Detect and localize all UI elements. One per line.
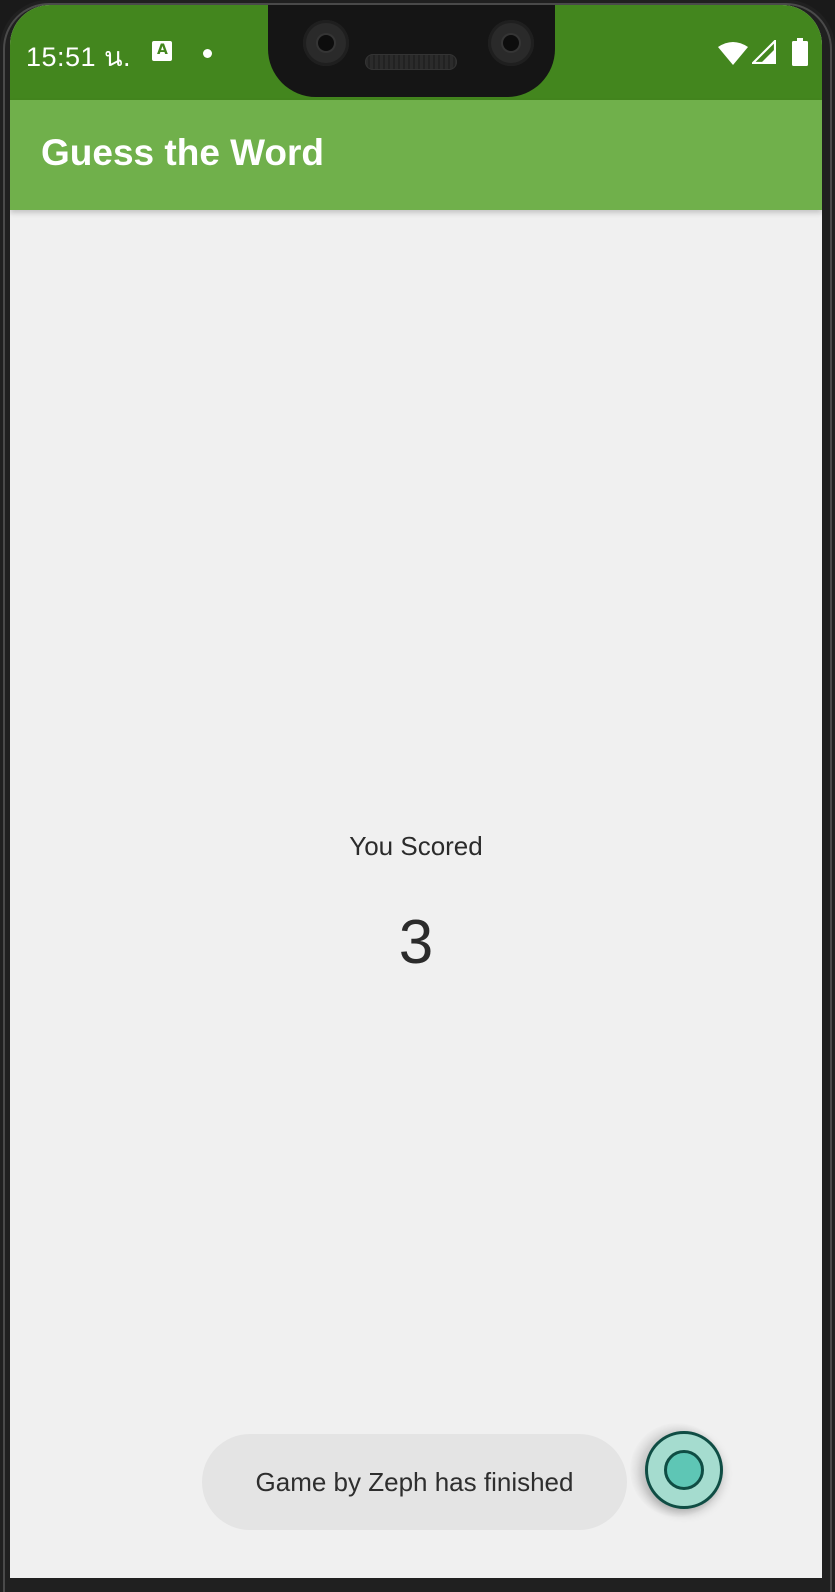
battery-icon (792, 38, 808, 66)
earpiece-speaker (365, 54, 457, 70)
app-title: Guess the Word (41, 132, 325, 173)
wifi-icon (718, 42, 748, 65)
record-button[interactable] (645, 1431, 723, 1509)
translate-icon (152, 41, 172, 61)
toast-message: Game by Zeph has finished (202, 1434, 627, 1530)
score-label: You Scored (349, 831, 483, 861)
front-camera-left (303, 20, 349, 66)
score-value: 3 (398, 908, 434, 977)
display-notch (268, 5, 555, 97)
front-camera-right (488, 20, 534, 66)
app-bar: Guess the Word (10, 100, 822, 210)
status-time: 15:51 น. (26, 42, 132, 72)
notification-dot-icon (203, 49, 212, 58)
device-frame: 15:51 น. Gues (0, 0, 835, 1592)
record-icon (664, 1450, 704, 1490)
screen: 15:51 น. Gues (10, 5, 822, 1578)
toast-text: Game by Zeph has finished (255, 1466, 574, 1497)
signal-icon (752, 40, 776, 64)
